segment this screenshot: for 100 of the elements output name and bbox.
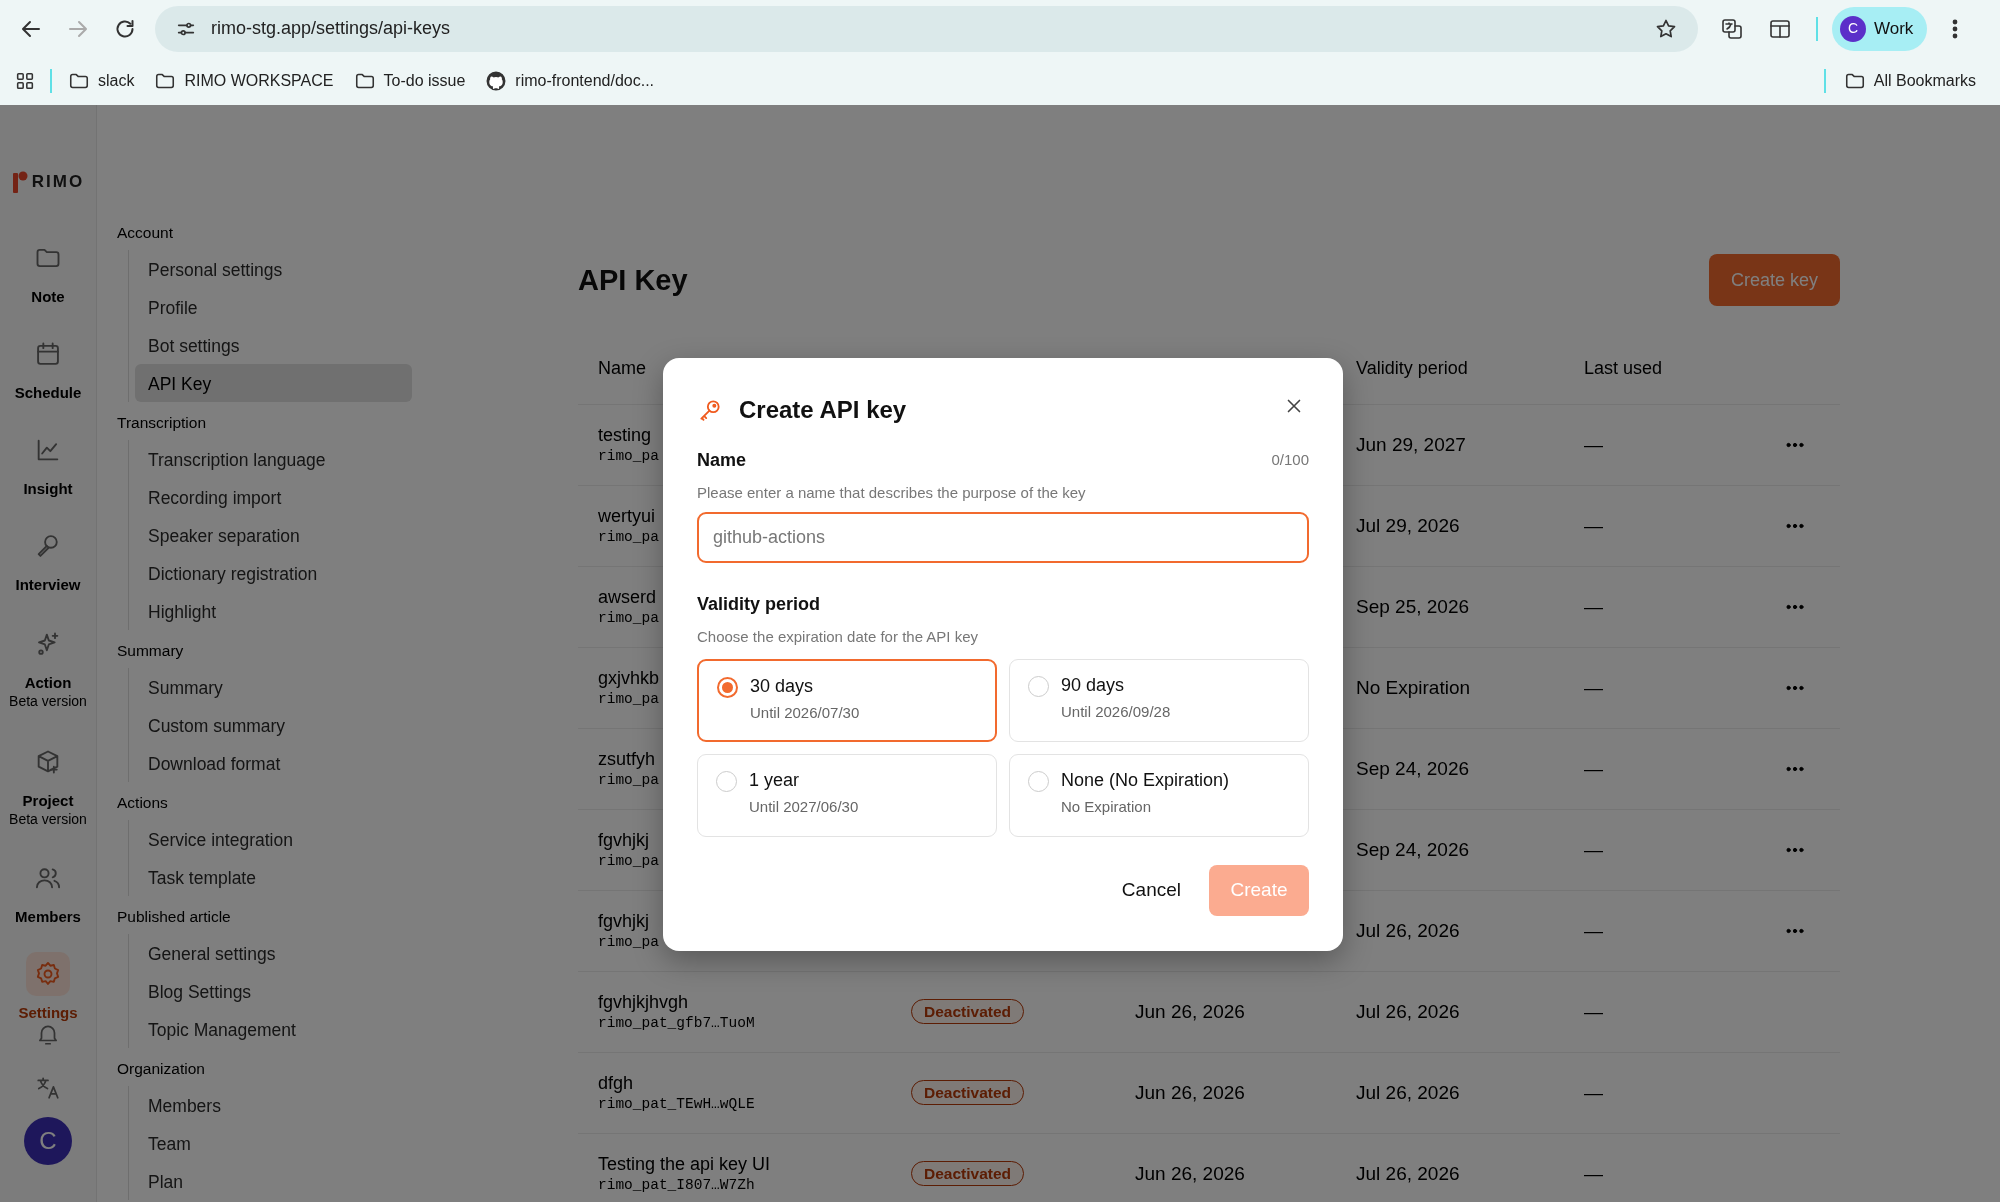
settings-nav-item[interactable]: Recording import	[135, 478, 412, 516]
bookmark[interactable]: rimo-frontend/doc...	[479, 65, 661, 97]
address-bar[interactable]: rimo-stg.app/settings/api-keys	[155, 5, 1698, 52]
dialog-title: Create API key	[739, 396, 908, 425]
settings-nav-item[interactable]: API Key	[135, 364, 412, 402]
sidebar-label: Schedule	[13, 383, 83, 402]
settings-nav-item[interactable]: Highlight	[135, 592, 412, 630]
sidebar-item[interactable]: Settings	[0, 939, 97, 1035]
section-heading: Organization	[117, 1059, 206, 1079]
validity-date: Jul 26, 2026	[1356, 1080, 1461, 1105]
key-name: dfgh	[598, 1072, 634, 1094]
key-name: fgvhjkjhvgh	[598, 991, 689, 1013]
settings-nav-item[interactable]: General settings	[135, 934, 412, 972]
settings-nav-item[interactable]: Dictionary registration	[135, 554, 412, 592]
settings-nav-item[interactable]: Topic Management	[135, 1010, 412, 1048]
sidebar-item[interactable]: Interview	[0, 511, 97, 607]
key-name: testing	[598, 424, 652, 446]
profile-avatar: C	[1840, 15, 1866, 42]
key-prefix: rimo_pa	[598, 528, 659, 547]
key-prefix: rimo_pa	[598, 933, 659, 952]
section-heading: Account	[117, 223, 174, 243]
name-input[interactable]: github-actions	[697, 512, 1309, 564]
settings-nav-item[interactable]: Bot settings	[135, 326, 412, 364]
sidebar-item[interactable]: Project Beta version	[0, 725, 97, 843]
settings-nav-item[interactable]: Transcription language	[135, 440, 412, 478]
validity-date: Jul 26, 2026	[1356, 918, 1461, 943]
settings-nav-item[interactable]: Service integration	[135, 820, 412, 858]
section-heading: Published article	[117, 907, 232, 927]
sidebar-item[interactable]: Action Beta version	[0, 607, 97, 725]
settings-nav-item[interactable]: Team	[135, 1124, 412, 1162]
validity-date: Sep 24, 2026	[1356, 756, 1471, 781]
bookmark[interactable]: To-do issue	[347, 65, 472, 97]
user-avatar[interactable]: C	[24, 1117, 72, 1165]
sidebar-item[interactable]: Note	[0, 223, 97, 319]
url-text: rimo-stg.app/settings/api-keys	[211, 17, 452, 40]
option-title: 1 year	[749, 768, 801, 791]
settings-nav-item[interactable]: Blog Settings	[135, 972, 412, 1010]
created-date: Jun 26, 2026	[1135, 1161, 1246, 1186]
field-label: Name	[697, 448, 747, 472]
settings-nav-item[interactable]: Download format	[135, 744, 412, 782]
option-date: Until 2026/07/30	[750, 702, 860, 723]
settings-nav-item[interactable]: Personal settings	[135, 250, 412, 288]
bookmark[interactable]: RIMO WORKSPACE	[148, 65, 340, 97]
last-used: —	[1584, 432, 1604, 457]
validity-option[interactable]: None (No Expiration) No Expiration	[1009, 753, 1309, 837]
key-prefix: rimo_pat_gfb7…TuoM	[598, 1014, 755, 1033]
settings-nav-item[interactable]: Task template	[135, 858, 412, 896]
sidebar-sublabel: Beta version	[8, 809, 88, 828]
sidebar-item[interactable]: Insight	[0, 415, 97, 511]
field-label: Validity period	[697, 593, 822, 617]
field-hint: Choose the expiration date for the API key	[697, 627, 979, 648]
last-used: —	[1584, 513, 1604, 538]
page-title: API Key	[578, 262, 688, 298]
key-name: awserd	[598, 586, 657, 608]
settings-nav-item[interactable]: Custom summary	[135, 706, 412, 744]
last-used: —	[1584, 918, 1604, 943]
created-date: Jun 26, 2026	[1135, 1080, 1246, 1105]
logo-text: RIMO	[31, 171, 85, 194]
sidebar-item[interactable]: Schedule	[0, 319, 97, 415]
section-heading: Summary	[117, 641, 185, 661]
sidebar-label: Settings	[17, 1003, 79, 1022]
column-header: Validity period	[1356, 357, 1469, 380]
key-prefix: rimo_pa	[598, 690, 659, 709]
status-badge: Deactivated	[911, 1080, 1024, 1105]
status-badge: Deactivated	[911, 1161, 1024, 1186]
last-used: —	[1584, 594, 1604, 619]
bookmark[interactable]: slack	[62, 65, 141, 97]
last-used: —	[1584, 756, 1604, 781]
validity-option[interactable]: 30 days Until 2026/07/30	[697, 658, 997, 742]
settings-nav-item[interactable]: Speaker separation	[135, 516, 412, 554]
key-prefix: rimo_pa	[598, 609, 659, 628]
cancel-button[interactable]: Cancel	[1101, 864, 1201, 916]
validity-option[interactable]: 1 year Until 2027/06/30	[697, 753, 997, 837]
last-used: —	[1584, 1161, 1604, 1186]
profile-button[interactable]: C Work	[1832, 6, 1928, 51]
key-name: gxjvhkb	[598, 667, 660, 689]
validity-date: Jun 29, 2027	[1356, 432, 1467, 457]
key-prefix: rimo_pa	[598, 852, 659, 871]
key-prefix: rimo_pat_TEwH…wQLE	[598, 1095, 755, 1114]
apps-icon[interactable]	[14, 70, 36, 92]
bookmark[interactable]: All Bookmarks	[1837, 65, 1982, 97]
sidebar-label: Project	[21, 791, 75, 810]
field-hint: Please enter a name that describes the purpose of the key	[697, 482, 1087, 503]
sidebar-item[interactable]: Members	[0, 843, 97, 939]
validity-date: No Expiration	[1356, 675, 1472, 700]
validity-option[interactable]: 90 days Until 2026/09/28	[1009, 658, 1309, 742]
radio-button[interactable]	[717, 676, 738, 698]
column-header: Last used	[1584, 357, 1664, 380]
sidebar-label: Action	[23, 673, 73, 692]
validity-date: Jul 29, 2026	[1356, 513, 1461, 538]
key-icon	[697, 397, 723, 424]
translate-icon[interactable]	[1720, 16, 1744, 41]
character-counter: 0/100	[1271, 450, 1309, 471]
settings-nav-item[interactable]: Members	[135, 1086, 412, 1124]
settings-nav-item[interactable]: Summary	[135, 668, 412, 706]
settings-nav-item[interactable]: Profile	[135, 288, 412, 326]
option-title: None (No Expiration)	[1061, 768, 1230, 791]
settings-nav-item[interactable]: Plan	[135, 1162, 412, 1200]
key-prefix: rimo_pa	[598, 447, 659, 466]
column-header: Name	[597, 357, 647, 380]
